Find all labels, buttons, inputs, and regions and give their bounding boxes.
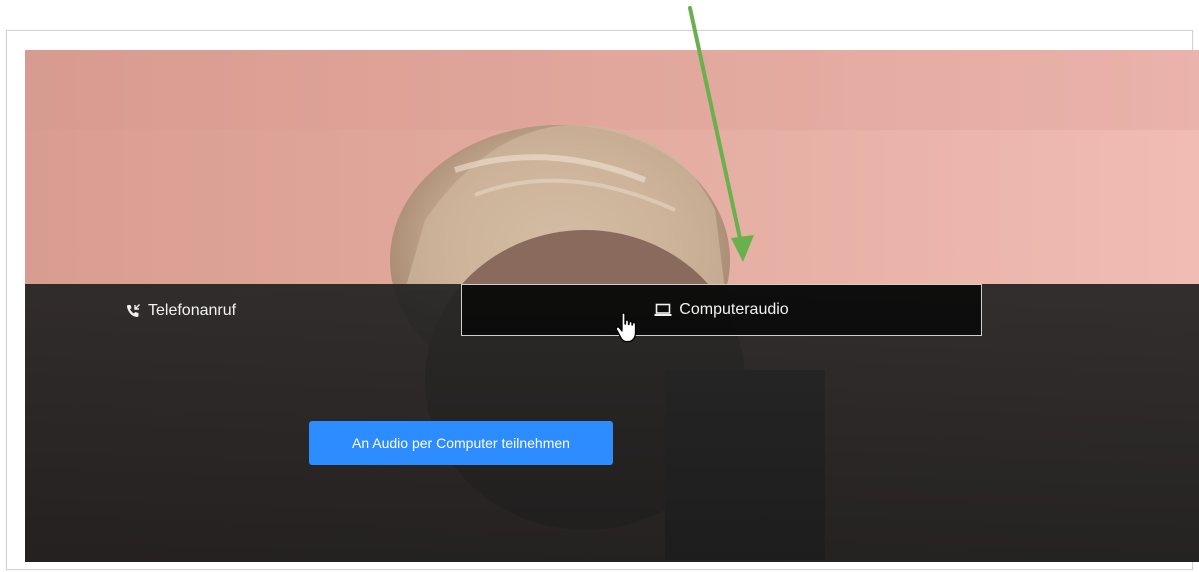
hand-pointer-cursor-icon [615,312,637,343]
annotation-arrow-icon [688,6,754,262]
tab-phone-call-label: Telefonanruf [148,302,237,319]
video-preview: Telefonanruf Computeraudio An Audio per … [25,50,1199,562]
laptop-icon [654,303,672,317]
join-computer-audio-button[interactable]: An Audio per Computer teilnehmen [309,421,613,465]
screenshot-page: Telefonanruf Computeraudio An Audio per … [0,0,1199,572]
phone-call-icon [125,303,141,319]
audio-join-dialog: Telefonanruf Computeraudio An Audio per … [25,284,1199,562]
tab-computer-audio[interactable]: Computeraudio [461,284,982,336]
tab-computer-audio-label: Computeraudio [679,301,789,318]
tab-phone-call[interactable]: Telefonanruf [125,284,365,338]
